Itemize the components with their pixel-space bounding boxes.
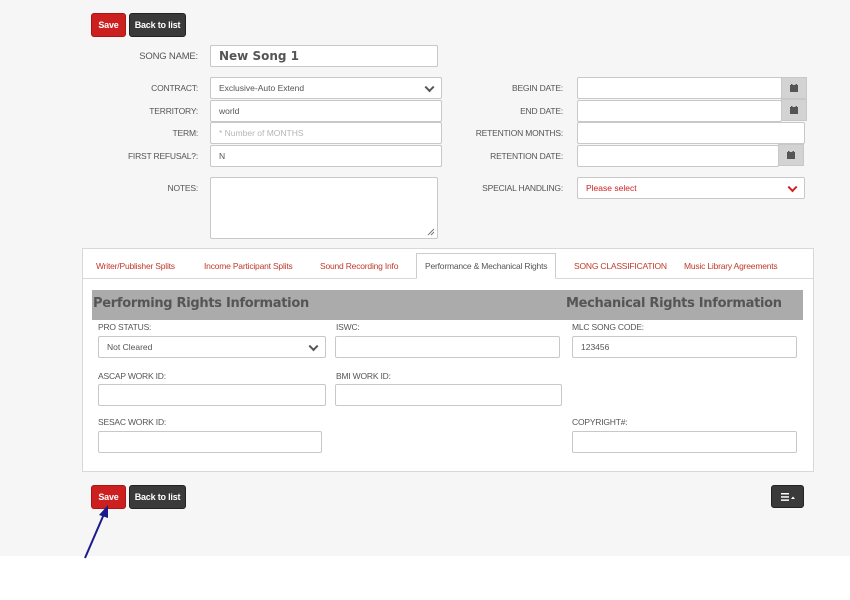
territory-label: TERRITORY:	[149, 106, 198, 116]
territory-input[interactable]: world	[210, 100, 442, 122]
pro-status-label: PRO STATUS:	[98, 322, 152, 332]
chevron-down-icon	[308, 341, 319, 352]
copyright-input[interactable]	[572, 431, 797, 453]
contract-value: Exclusive-Auto Extend	[219, 83, 305, 93]
special-handling-select[interactable]: Please select	[577, 177, 805, 199]
back-to-list-button-bottom[interactable]: Back to list	[129, 485, 186, 509]
tab-song-classification[interactable]: SONG CLASSIFICATION	[574, 253, 667, 279]
retention-months-input[interactable]	[577, 122, 805, 144]
bmi-work-id-label: BMI WORK ID:	[336, 371, 391, 381]
contract-select[interactable]: Exclusive-Auto Extend	[210, 77, 442, 99]
pro-status-value: Not Cleared	[107, 342, 153, 352]
iswc-input[interactable]	[335, 336, 560, 358]
retention-months-label: RETENTION MONTHS:	[475, 128, 563, 138]
copyright-label: COPYRIGHT#:	[572, 417, 628, 427]
special-handling-value: Please select	[586, 183, 637, 193]
mlc-song-code-label: MLC SONG CODE:	[572, 322, 644, 332]
tab-sound-recording-info[interactable]: Sound Recording Info	[320, 253, 398, 279]
term-input[interactable]: * Number of MONTHS	[210, 122, 442, 144]
resize-handle-icon[interactable]	[427, 228, 435, 236]
ascap-work-id-input[interactable]	[98, 384, 326, 406]
menu-icon	[780, 492, 795, 501]
retention-date-input[interactable]	[577, 145, 779, 167]
annotation-arrow	[84, 505, 108, 559]
calendar-icon[interactable]	[778, 144, 804, 166]
sesac-work-id-label: SESAC WORK ID:	[98, 417, 167, 427]
save-button-top[interactable]: Save	[91, 13, 126, 37]
tab-income-participant-splits[interactable]: Income Participant Splits	[204, 253, 293, 279]
performing-rights-title: Performing Rights Information	[93, 296, 309, 311]
first-refusal-label: FIRST REFUSAL?:	[127, 151, 198, 161]
song-name-input[interactable]: New Song 1	[210, 45, 438, 67]
end-date-input[interactable]	[577, 100, 782, 122]
back-to-list-button-top[interactable]: Back to list	[129, 13, 186, 37]
retention-date-label: RETENTION DATE:	[490, 151, 563, 161]
special-handling-label: SPECIAL HANDLING:	[482, 183, 563, 193]
sesac-work-id-input[interactable]	[98, 431, 322, 453]
chevron-down-icon	[424, 82, 435, 93]
end-date-label: END DATE:	[520, 106, 563, 116]
tab-performance-mechanical-rights[interactable]: Performance & Mechanical Rights	[416, 253, 557, 279]
notes-label: NOTES:	[167, 183, 199, 193]
first-refusal-input[interactable]: N	[210, 145, 442, 167]
iswc-label: ISWC:	[336, 322, 360, 332]
term-label: TERM:	[172, 128, 199, 138]
chevron-down-icon	[787, 182, 798, 193]
calendar-icon[interactable]	[781, 99, 807, 121]
song-name-label: SONG NAME:	[139, 51, 198, 62]
tab-music-library-agreements[interactable]: Music Library Agreements	[684, 253, 778, 279]
mlc-song-code-input[interactable]: 123456	[572, 336, 797, 358]
notes-textarea[interactable]	[210, 177, 438, 239]
begin-date-label: BEGIN DATE:	[511, 83, 563, 93]
bmi-work-id-input[interactable]	[335, 384, 562, 406]
tab-writer-publisher-splits[interactable]: Writer/Publisher Splits	[96, 253, 175, 279]
ascap-work-id-label: ASCAP WORK ID:	[98, 371, 166, 381]
contract-label: CONTRACT:	[151, 83, 198, 93]
mechanical-rights-title: Mechanical Rights Information	[566, 296, 782, 311]
menu-button[interactable]	[771, 485, 804, 508]
begin-date-input[interactable]	[577, 77, 782, 99]
pro-status-select[interactable]: Not Cleared	[98, 336, 326, 358]
calendar-icon[interactable]	[781, 77, 807, 99]
